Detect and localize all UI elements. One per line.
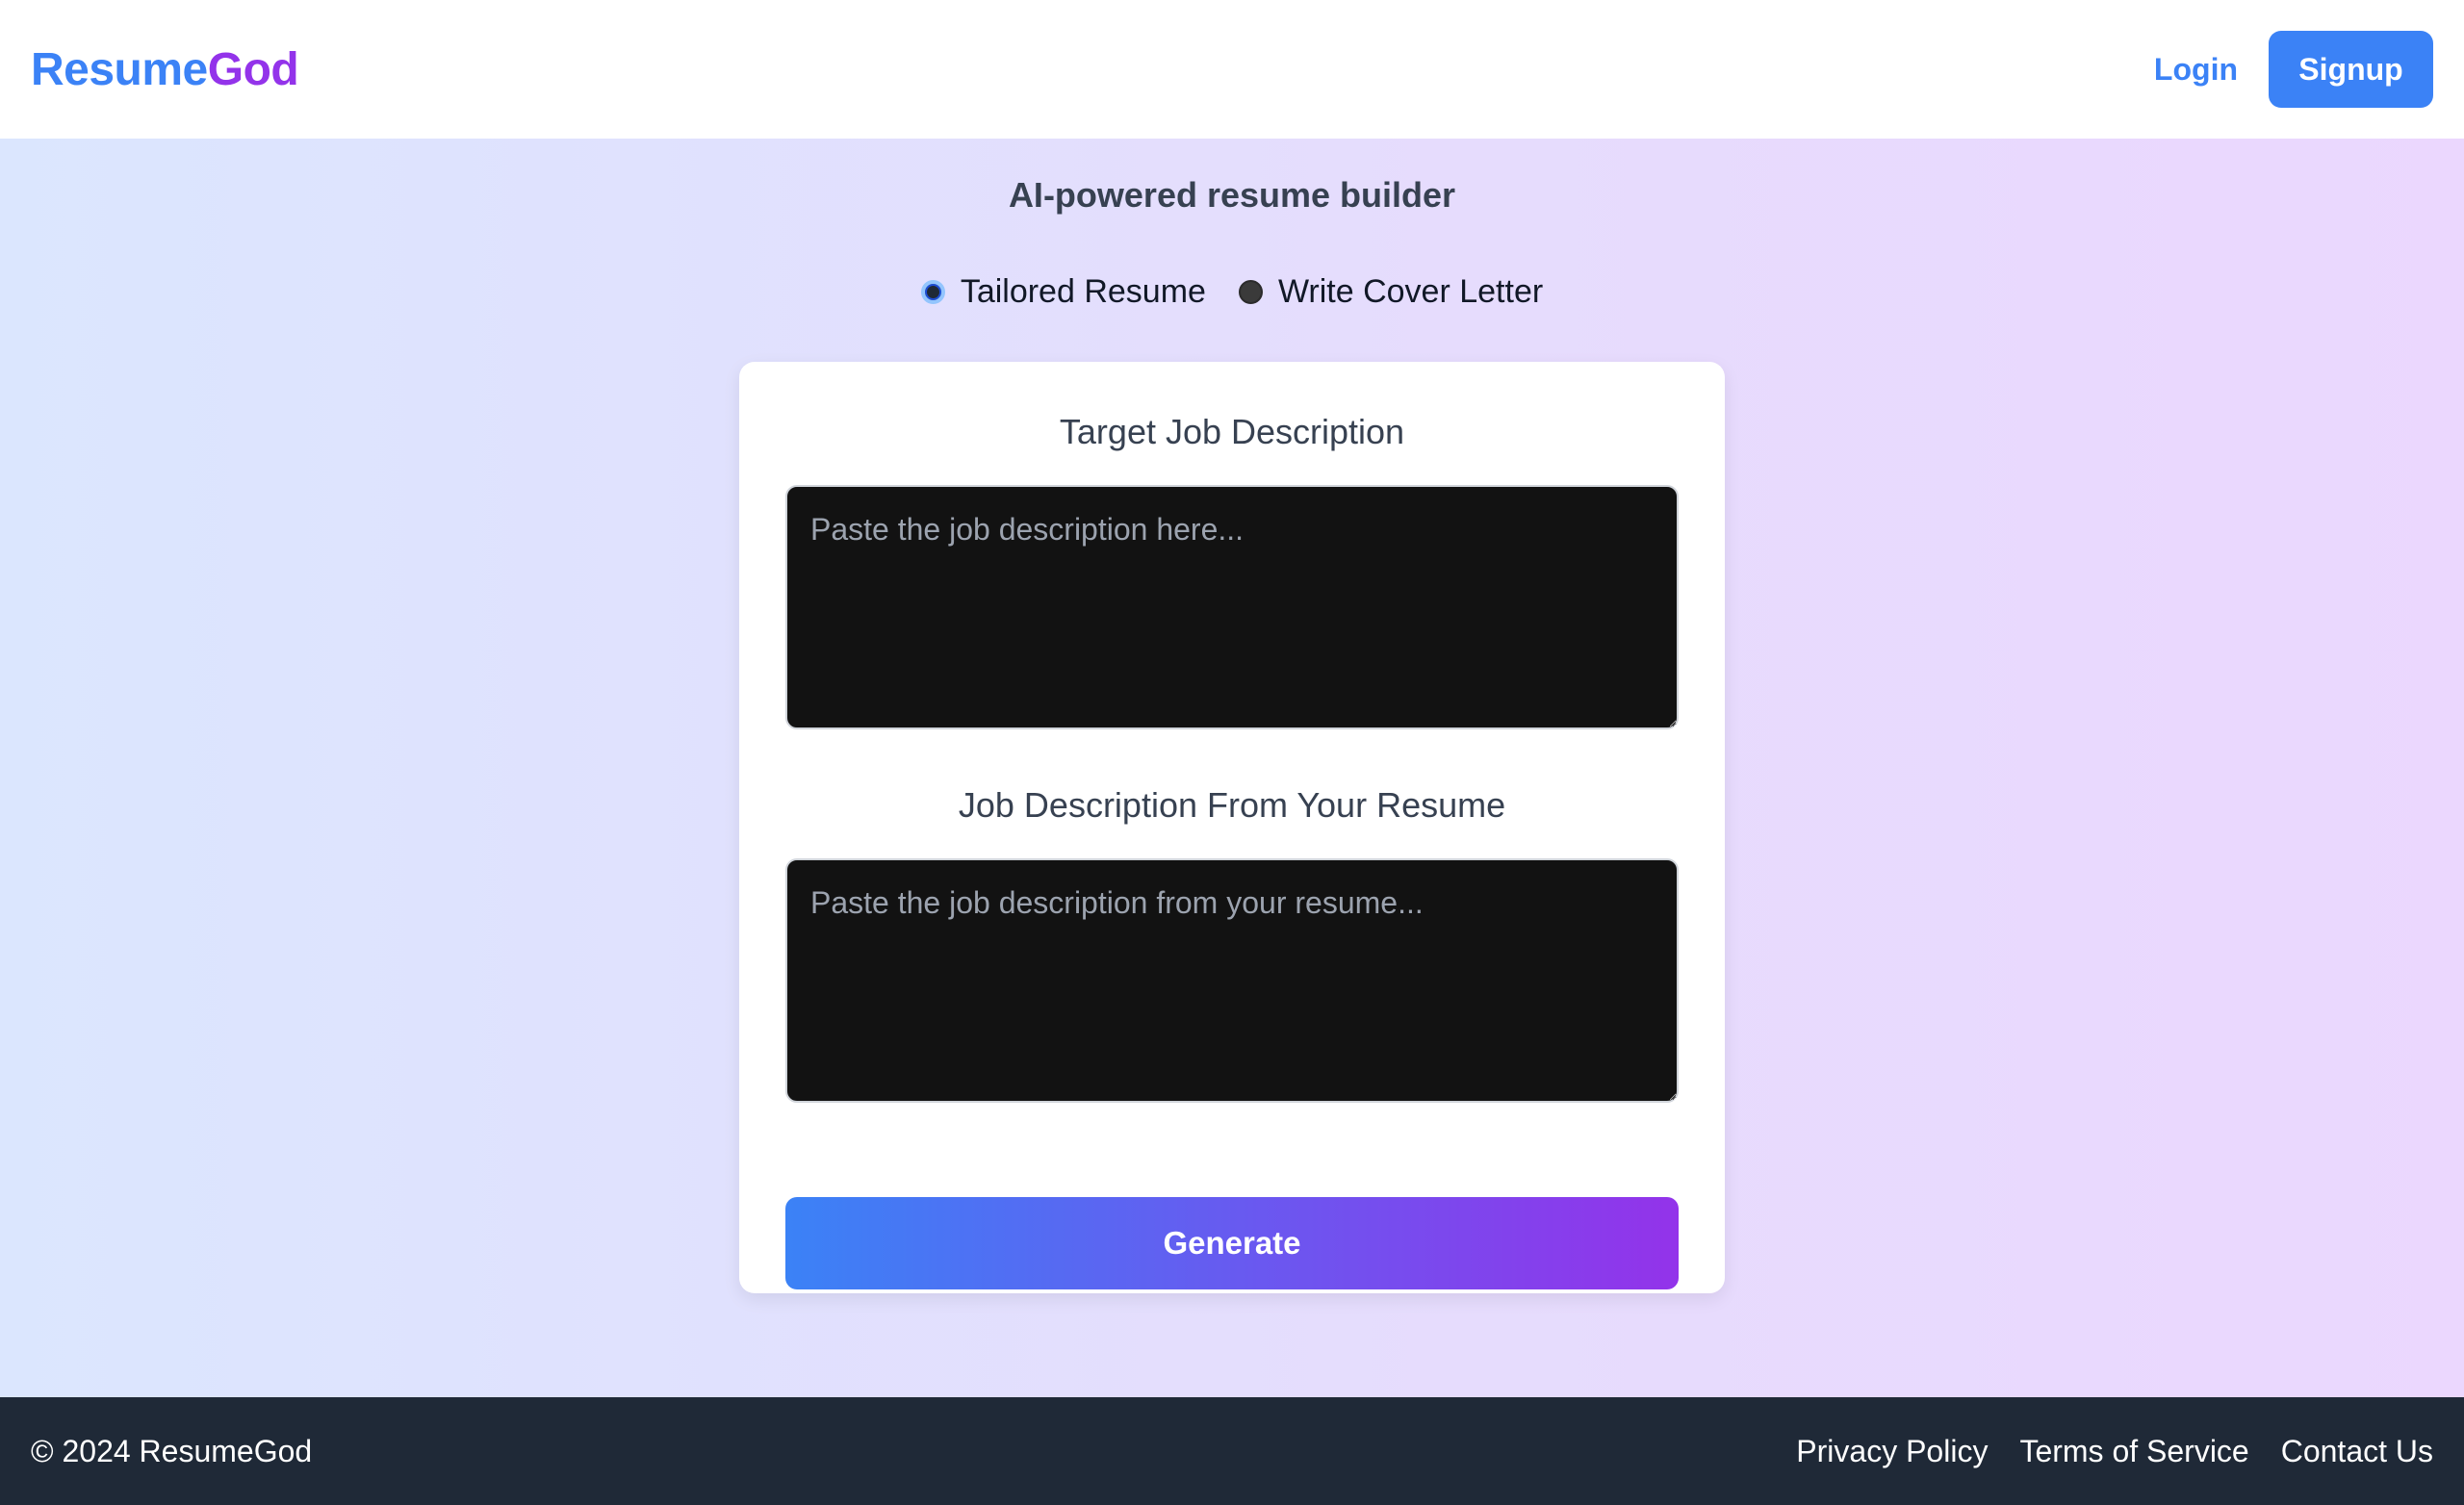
radio-tailored-resume[interactable]: Tailored Resume — [920, 273, 1206, 311]
privacy-policy-link[interactable]: Privacy Policy — [1796, 1434, 1988, 1469]
radio-unchecked-icon[interactable] — [1238, 280, 1263, 304]
resume-job-description-input[interactable] — [785, 858, 1679, 1103]
radio-label-cover-letter: Write Cover Letter — [1277, 273, 1544, 310]
terms-of-service-link[interactable]: Terms of Service — [2019, 1434, 2248, 1469]
footer-links: Privacy Policy Terms of Service Contact … — [1796, 1434, 2433, 1469]
radio-checked-icon[interactable] — [920, 280, 945, 304]
radio-cover-letter[interactable]: Write Cover Letter — [1238, 273, 1544, 311]
target-job-description-input[interactable] — [785, 485, 1679, 729]
main-content: AI-powered resume builder Tailored Resum… — [0, 139, 2464, 1397]
mode-radio-group: Tailored Resume Write Cover Letter — [0, 273, 2464, 311]
radio-label-tailored-resume: Tailored Resume — [960, 273, 1206, 310]
resume-job-description-label: Job Description From Your Resume — [958, 785, 1506, 825]
contact-us-link[interactable]: Contact Us — [2281, 1434, 2433, 1469]
resumegod-logo[interactable]: ResumeGod — [31, 43, 299, 96]
generate-button[interactable]: Generate — [785, 1197, 1679, 1289]
copyright-text: © 2024 ResumeGod — [31, 1433, 313, 1468]
page-footer: © 2024 ResumeGod Privacy Policy Terms of… — [0, 1397, 2464, 1505]
page-subtitle: AI-powered resume builder — [1008, 175, 1456, 215]
target-job-description-label: Target Job Description — [1059, 412, 1405, 451]
top-navbar: ResumeGod Login Signup — [0, 0, 2464, 139]
logo-text-god: God — [207, 43, 299, 95]
login-link[interactable]: Login — [2154, 52, 2238, 88]
logo-text-resume: Resume — [31, 43, 208, 95]
auth-nav: Login Signup — [2154, 31, 2433, 108]
signup-button[interactable]: Signup — [2269, 31, 2433, 108]
resume-form-card: Target Job Description Job Description F… — [739, 362, 1725, 1293]
